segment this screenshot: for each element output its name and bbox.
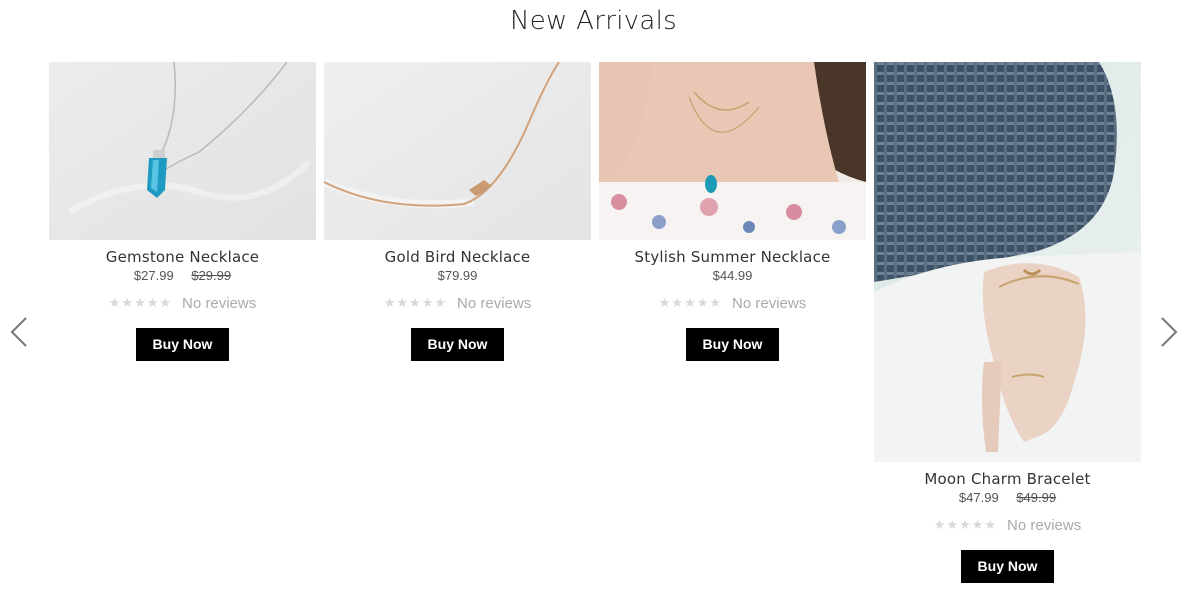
buy-now-button[interactable]: Buy Now (961, 550, 1054, 583)
product-image[interactable] (599, 62, 866, 240)
product-title[interactable]: Gemstone Necklace (49, 248, 316, 266)
sale-price: $44.99 (712, 268, 753, 283)
sale-price: $79.99 (437, 268, 478, 283)
product-card: Gemstone Necklace $27.99 $29.99 ★★★★★ No… (49, 62, 316, 361)
buy-now-button[interactable]: Buy Now (136, 328, 229, 361)
product-image[interactable] (49, 62, 316, 240)
carousel-next-button[interactable] (1156, 316, 1180, 348)
product-image[interactable] (324, 62, 591, 240)
sale-price: $47.99 (958, 490, 999, 505)
compare-price: $29.99 (191, 268, 232, 283)
product-reviews: ★★★★★ No reviews (324, 294, 591, 312)
buy-now-button[interactable]: Buy Now (411, 328, 504, 361)
rating-stars-icon: ★★★★★ (658, 295, 723, 310)
product-title[interactable]: Stylish Summer Necklace (599, 248, 866, 266)
product-card: Moon Charm Bracelet $47.99 $49.99 ★★★★★ … (874, 62, 1141, 583)
product-reviews: ★★★★★ No reviews (599, 294, 866, 312)
product-card: Stylish Summer Necklace $44.99 ★★★★★ No … (599, 62, 866, 361)
product-price: $44.99 (599, 268, 866, 284)
sale-price: $27.99 (133, 268, 174, 283)
product-card: Gold Bird Necklace $79.99 ★★★★★ No revie… (324, 62, 591, 361)
product-reviews: ★★★★★ No reviews (49, 294, 316, 312)
reviews-count: No reviews (732, 294, 807, 312)
reviews-count: No reviews (457, 294, 532, 312)
chevron-right-icon (1161, 317, 1178, 347)
product-price: $27.99 $29.99 (49, 268, 316, 284)
carousel-prev-button[interactable] (8, 316, 32, 348)
product-title[interactable]: Moon Charm Bracelet (874, 470, 1141, 488)
compare-price: $49.99 (1016, 490, 1057, 505)
product-reviews: ★★★★★ No reviews (874, 516, 1141, 534)
product-price: $79.99 (324, 268, 591, 284)
product-image[interactable] (874, 62, 1141, 462)
chevron-left-icon (10, 317, 27, 347)
reviews-count: No reviews (1007, 516, 1082, 534)
rating-stars-icon: ★★★★★ (933, 517, 998, 532)
rating-stars-icon: ★★★★★ (383, 295, 448, 310)
rating-stars-icon: ★★★★★ (108, 295, 173, 310)
product-price: $47.99 $49.99 (874, 490, 1141, 506)
product-title[interactable]: Gold Bird Necklace (324, 248, 591, 266)
buy-now-button[interactable]: Buy Now (686, 328, 779, 361)
section-title: New Arrivals (509, 6, 678, 36)
reviews-count: No reviews (182, 294, 257, 312)
